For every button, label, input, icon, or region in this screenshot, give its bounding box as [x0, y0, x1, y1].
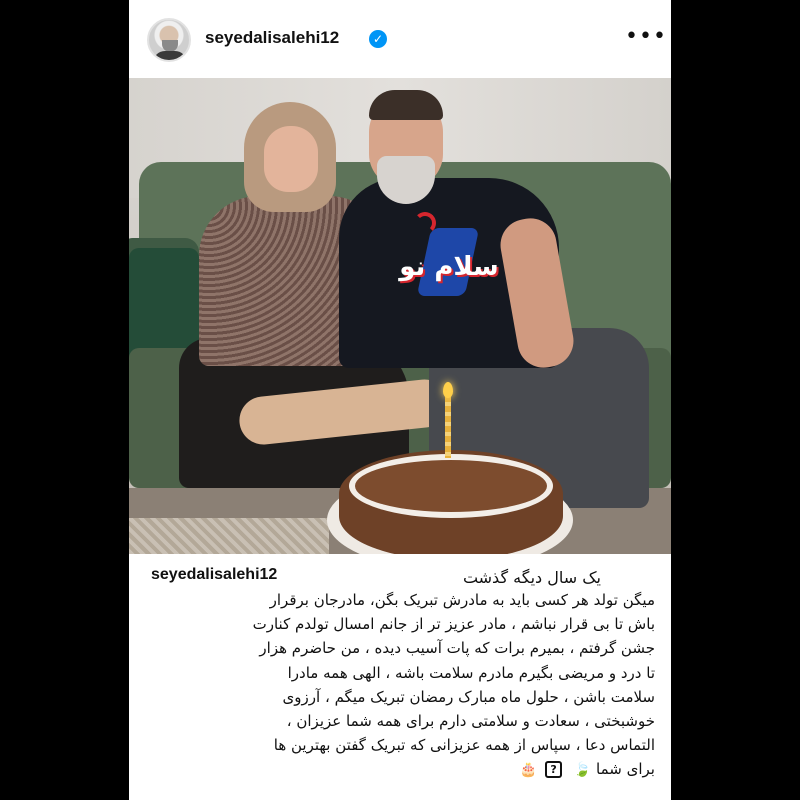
photo-woman-face — [264, 126, 318, 192]
caption-line: جشن گرفتم ، بمیرم برات که پات آسیب دیده … — [259, 639, 655, 658]
caption-first-line: یک سال دیگه گذشت — [462, 568, 601, 587]
avatar-shirt — [153, 51, 187, 60]
photo-man-hair — [369, 90, 443, 120]
caption-line: سلامت باشن ، حلول ماه مبارک رمضان تبریک … — [282, 687, 655, 706]
unknown-emoji-icon: ? — [545, 761, 563, 779]
logo-text: سلام نو — [399, 252, 499, 282]
photo-candle — [445, 396, 451, 458]
profile-avatar[interactable] — [147, 18, 191, 62]
verified-badge-icon: ✓ — [369, 30, 387, 48]
cake-emoji-icon: 🎂 — [519, 762, 538, 779]
post-header: seyedalisalehi12 ✓ ••• — [129, 0, 671, 78]
post-username[interactable]: seyedalisalehi12 — [205, 28, 339, 48]
shirt-logo: سلام نو — [384, 212, 514, 306]
photo-cake-top — [349, 454, 553, 518]
post-caption: seyedalisalehi12 یک سال دیگه گذشت میگن ت… — [129, 554, 671, 800]
caption-line: تا درد و مریضی بگیرم مادرم سلامت باشه ، … — [287, 663, 655, 682]
more-options-icon[interactable]: ••• — [625, 22, 666, 52]
post-photo[interactable]: سلام نو — [129, 78, 671, 554]
caption-line: باش تا بی قرار نباشم ، مادر عزیز تر از ج… — [252, 615, 655, 634]
caption-line: میگن تولد هر کسی باید به مادرش تبریک بگن… — [269, 591, 655, 609]
caption-line: برای شما — [596, 760, 655, 779]
logo-signal-icon — [414, 212, 436, 234]
caption-line: خوشبختی ، سعادت و سلامتی دارم برای همه ش… — [286, 712, 655, 731]
leaf-emoji-icon: 🍃 — [573, 762, 592, 779]
caption-body: میگن تولد هر کسی باید به مادرش تبریک بگن… — [143, 588, 655, 783]
caption-last-line: برای شما 🍃 ? 🎂 — [143, 757, 655, 782]
instagram-post-card: seyedalisalehi12 ✓ ••• سلام نو seyedalis… — [129, 0, 671, 800]
caption-line: التماس دعا ، سپاس از همه عزیزانی که تبری… — [273, 736, 655, 755]
caption-username[interactable]: seyedalisalehi12 — [151, 566, 277, 584]
photo-candle-flame — [443, 382, 453, 398]
photo-rug — [129, 518, 329, 554]
